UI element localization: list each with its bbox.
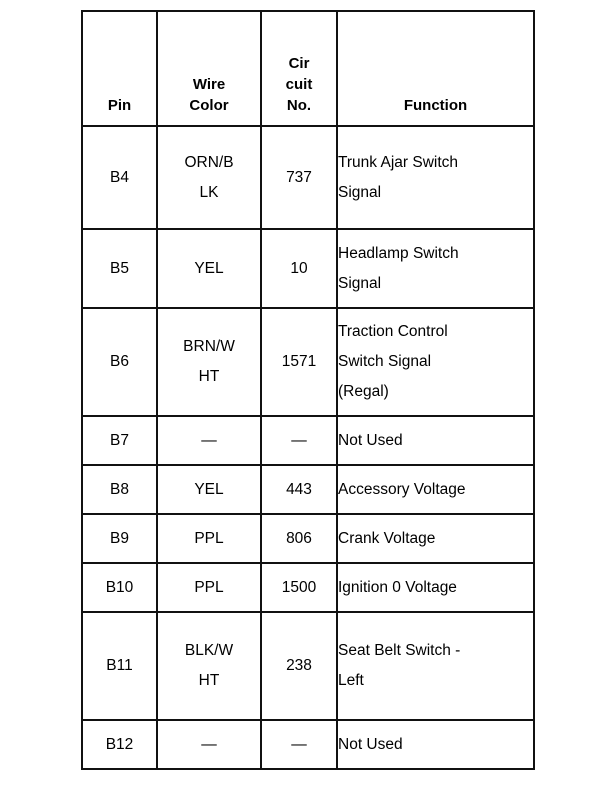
- table-header: Pin Wire Color Cir cuit No. Function: [81, 10, 535, 127]
- cell-pin-text: B11: [106, 657, 133, 674]
- cell-function-text: Not Used: [338, 431, 403, 449]
- cell-circuit-no: 1500: [260, 562, 338, 613]
- cell-function: Seat Belt Switch - Left: [336, 611, 535, 721]
- cell-pin: B9: [81, 513, 158, 564]
- cell-pin-text: B5: [110, 259, 129, 277]
- cell-pin: B10: [81, 562, 158, 613]
- cell-pin-text: B6: [110, 353, 129, 370]
- cell-function-text: Not Used: [338, 735, 403, 753]
- cell-circuit-no-text: 1571: [281, 353, 317, 370]
- cell-wire-color-text: ORN/B LK: [184, 153, 234, 201]
- table-row: B9 PPL 806 Crank Voltage: [81, 513, 535, 564]
- cell-pin: B8: [81, 464, 158, 515]
- table-row: B4 ORN/B LK 737 Trunk Ajar Switch Signal: [81, 125, 535, 230]
- cell-wire-color-text: YEL: [194, 259, 224, 277]
- cell-wire-color-text: —: [201, 735, 217, 753]
- cell-wire-color: BLK/W HT: [156, 611, 262, 721]
- cell-circuit-no: —: [260, 719, 338, 770]
- cell-wire-color: PPL: [156, 562, 262, 613]
- cell-function: Not Used: [336, 415, 535, 466]
- column-header-wire-color: Wire Color: [156, 10, 262, 127]
- cell-function: Trunk Ajar Switch Signal: [336, 125, 535, 230]
- cell-pin-text: B9: [110, 529, 129, 547]
- cell-circuit-no-text: 806: [286, 529, 312, 547]
- cell-function: Traction Control Switch Signal (Regal): [336, 307, 535, 417]
- column-header-wire-color-label: Wire Color: [189, 76, 229, 114]
- cell-pin: B6: [81, 307, 158, 417]
- cell-function-text: Trunk Ajar Switch Signal: [338, 153, 459, 201]
- cell-function-text: Headlamp Switch Signal: [338, 244, 459, 292]
- cell-function: Accessory Voltage: [336, 464, 535, 515]
- cell-wire-color: ORN/B LK: [156, 125, 262, 230]
- cell-wire-color: YEL: [156, 464, 262, 515]
- cell-circuit-no: 1571: [260, 307, 338, 417]
- table-row: B11 BLK/W HT 238 Seat Belt Switch - Left: [81, 611, 535, 721]
- cell-pin-text: B10: [105, 578, 134, 596]
- table-body: B4 ORN/B LK 737 Trunk Ajar Switch Signal B5 Y…: [81, 125, 535, 770]
- cell-wire-color: BRN/W HT: [156, 307, 262, 417]
- cell-circuit-no-text: 737: [286, 168, 312, 186]
- cell-pin: B7: [81, 415, 158, 466]
- cell-function: Not Used: [336, 719, 535, 770]
- cell-circuit-no: 806: [260, 513, 338, 564]
- cell-circuit-no-text: 1500: [281, 578, 317, 596]
- cell-function-text: Accessory Voltage: [338, 480, 466, 498]
- cell-pin: B12: [81, 719, 158, 770]
- cell-pin-text: B12: [105, 735, 134, 753]
- cell-wire-color-text: PPL: [194, 529, 224, 547]
- cell-function-text: Seat Belt Switch - Left: [338, 642, 461, 689]
- column-header-function-label: Function: [403, 97, 468, 114]
- cell-wire-color: YEL: [156, 228, 262, 309]
- column-header-circuit-no: Cir cuit No.: [260, 10, 338, 127]
- cell-circuit-no-text: —: [291, 431, 307, 449]
- column-header-pin: Pin: [81, 10, 158, 127]
- cell-wire-color-text: BLK/W HT: [184, 642, 234, 689]
- cell-function: Ignition 0 Voltage: [336, 562, 535, 613]
- table-row: B8 YEL 443 Accessory Voltage: [81, 464, 535, 515]
- cell-circuit-no: 443: [260, 464, 338, 515]
- column-header-circuit-no-label: Cir cuit No.: [285, 55, 313, 114]
- cell-circuit-no-text: 443: [286, 480, 312, 498]
- cell-wire-color-text: YEL: [194, 480, 224, 498]
- cell-wire-color-text: —: [201, 431, 217, 449]
- cell-circuit-no-text: 10: [290, 259, 308, 277]
- cell-function-text: Traction Control Switch Signal (Regal): [338, 323, 448, 400]
- cell-circuit-no: 10: [260, 228, 338, 309]
- cell-pin-text: B4: [110, 168, 129, 186]
- column-header-pin-label: Pin: [107, 97, 132, 114]
- cell-circuit-no-text: —: [291, 735, 307, 753]
- cell-pin-text: B7: [110, 431, 129, 449]
- cell-pin: B11: [81, 611, 158, 721]
- cell-wire-color-text: PPL: [194, 578, 224, 596]
- cell-pin-text: B8: [110, 480, 129, 498]
- cell-function-text: Ignition 0 Voltage: [338, 578, 457, 596]
- cell-pin: B5: [81, 228, 158, 309]
- cell-circuit-no: 737: [260, 125, 338, 230]
- cell-pin: B4: [81, 125, 158, 230]
- cell-wire-color-text: BRN/W HT: [183, 338, 235, 385]
- cell-wire-color: PPL: [156, 513, 262, 564]
- table-row: B12 — — Not Used: [81, 719, 535, 770]
- cell-function-text: Crank Voltage: [338, 529, 436, 547]
- cell-circuit-no: 238: [260, 611, 338, 721]
- pinout-table: Pin Wire Color Cir cuit No. Function B4 O…: [81, 10, 535, 770]
- table-row: B5 YEL 10 Headlamp Switch Signal: [81, 228, 535, 309]
- table-row: B6 BRN/W HT 1571 Traction Control Switch Si…: [81, 307, 535, 417]
- column-header-function: Function: [336, 10, 535, 127]
- document-page: Pin Wire Color Cir cuit No. Function B4 O…: [0, 0, 607, 809]
- cell-wire-color: —: [156, 719, 262, 770]
- table-row: B7 — — Not Used: [81, 415, 535, 466]
- cell-circuit-no-text: 238: [286, 657, 312, 674]
- cell-function: Headlamp Switch Signal: [336, 228, 535, 309]
- cell-circuit-no: —: [260, 415, 338, 466]
- table-row: B10 PPL 1500 Ignition 0 Voltage: [81, 562, 535, 613]
- cell-function: Crank Voltage: [336, 513, 535, 564]
- table-header-row: Pin Wire Color Cir cuit No. Function: [81, 10, 535, 127]
- cell-wire-color: —: [156, 415, 262, 466]
